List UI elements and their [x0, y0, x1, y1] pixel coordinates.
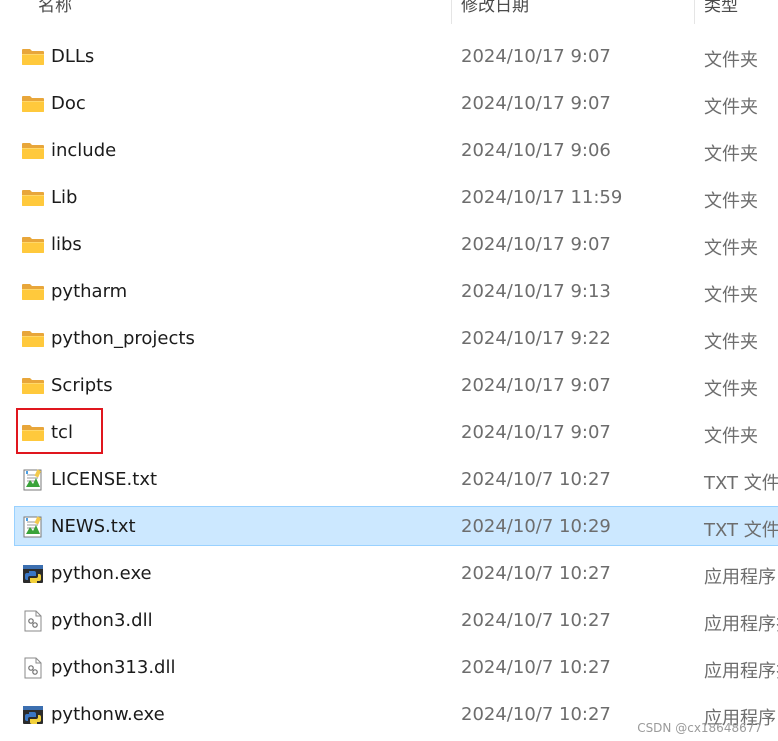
folder-icon — [21, 281, 45, 303]
folder-icon — [21, 422, 45, 444]
file-name: Scripts — [51, 375, 113, 396]
file-row[interactable]: NEWS.txt 2024/10/7 10:29 TXT 文件 — [14, 506, 778, 546]
file-name: python313.dll — [51, 657, 176, 678]
folder-icon — [21, 328, 45, 350]
file-type: 文件夹 — [704, 238, 758, 259]
folder-icon — [21, 187, 45, 209]
file-name: python_projects — [51, 328, 195, 349]
folder-icon — [21, 375, 45, 397]
file-row[interactable]: pytharm 2024/10/17 9:13 文件夹 — [14, 271, 778, 311]
file-type: 文件夹 — [704, 191, 758, 212]
file-name: pytharm — [51, 281, 128, 302]
file-row[interactable]: tcl 2024/10/17 9:07 文件夹 — [14, 412, 778, 452]
file-date: 2024/10/17 9:07 — [461, 234, 611, 255]
file-name: Doc — [51, 93, 86, 114]
file-row[interactable]: libs 2024/10/17 9:07 文件夹 — [14, 224, 778, 264]
python-exe-icon — [21, 704, 45, 726]
text-file-icon — [21, 469, 45, 491]
file-date: 2024/10/17 9:06 — [461, 140, 611, 161]
file-type: 文件夹 — [704, 332, 758, 353]
file-name: pythonw.exe — [51, 704, 165, 725]
python-exe-icon — [21, 563, 45, 585]
folder-icon — [21, 140, 45, 162]
file-row[interactable]: Doc 2024/10/17 9:07 文件夹 — [14, 83, 778, 123]
file-row[interactable]: python3.dll 2024/10/7 10:27 应用程序扩展 — [14, 600, 778, 640]
file-type: 文件夹 — [704, 426, 758, 447]
file-name: libs — [51, 234, 82, 255]
file-row[interactable]: include 2024/10/17 9:06 文件夹 — [14, 130, 778, 170]
file-date: 2024/10/7 10:27 — [461, 704, 611, 725]
file-date: 2024/10/7 10:27 — [461, 657, 611, 678]
file-row[interactable]: DLLs 2024/10/17 9:07 文件夹 — [14, 36, 778, 76]
file-type: TXT 文件 — [704, 473, 778, 494]
dll-file-icon — [21, 657, 45, 679]
file-type: 文件夹 — [704, 285, 758, 306]
file-type: 文件夹 — [704, 97, 758, 118]
file-row[interactable]: python.exe 2024/10/7 10:27 应用程序 — [14, 553, 778, 593]
file-type: 应用程序 — [704, 567, 776, 588]
file-list: DLLs 2024/10/17 9:07 文件夹 Doc 2024/10/17 9:07… — [0, 0, 778, 741]
file-row[interactable]: Scripts 2024/10/17 9:07 文件夹 — [14, 365, 778, 405]
file-name: NEWS.txt — [51, 516, 136, 537]
folder-icon — [21, 46, 45, 68]
dll-file-icon — [21, 610, 45, 632]
file-date: 2024/10/17 9:22 — [461, 328, 611, 349]
file-date: 2024/10/17 9:13 — [461, 281, 611, 302]
file-date: 2024/10/7 10:27 — [461, 610, 611, 631]
file-name: Lib — [51, 187, 78, 208]
file-type: 文件夹 — [704, 50, 758, 71]
file-name: tcl — [51, 422, 73, 443]
file-date: 2024/10/17 9:07 — [461, 46, 611, 67]
file-type: 应用程序扩展 — [704, 661, 778, 682]
file-type: 文件夹 — [704, 144, 758, 165]
file-row[interactable]: python_projects 2024/10/17 9:22 文件夹 — [14, 318, 778, 358]
watermark: CSDN @cx18648677 — [637, 721, 762, 735]
file-date: 2024/10/7 10:29 — [461, 516, 611, 537]
file-row[interactable]: LICENSE.txt 2024/10/7 10:27 TXT 文件 — [14, 459, 778, 499]
file-type: 文件夹 — [704, 379, 758, 400]
file-type: TXT 文件 — [704, 520, 778, 541]
file-date: 2024/10/17 9:07 — [461, 375, 611, 396]
file-date: 2024/10/7 10:27 — [461, 563, 611, 584]
file-row[interactable]: Lib 2024/10/17 11:59 文件夹 — [14, 177, 778, 217]
file-date: 2024/10/17 9:07 — [461, 422, 611, 443]
file-name: LICENSE.txt — [51, 469, 158, 490]
folder-icon — [21, 93, 45, 115]
file-date: 2024/10/7 10:27 — [461, 469, 611, 490]
folder-icon — [21, 234, 45, 256]
file-row[interactable]: python313.dll 2024/10/7 10:27 应用程序扩展 — [14, 647, 778, 687]
file-name: python3.dll — [51, 610, 153, 631]
file-type: 应用程序扩展 — [704, 614, 778, 635]
file-name: DLLs — [51, 46, 95, 67]
file-name: include — [51, 140, 117, 161]
text-file-icon — [21, 516, 45, 538]
file-name: python.exe — [51, 563, 152, 584]
file-date: 2024/10/17 11:59 — [461, 187, 623, 208]
file-date: 2024/10/17 9:07 — [461, 93, 611, 114]
